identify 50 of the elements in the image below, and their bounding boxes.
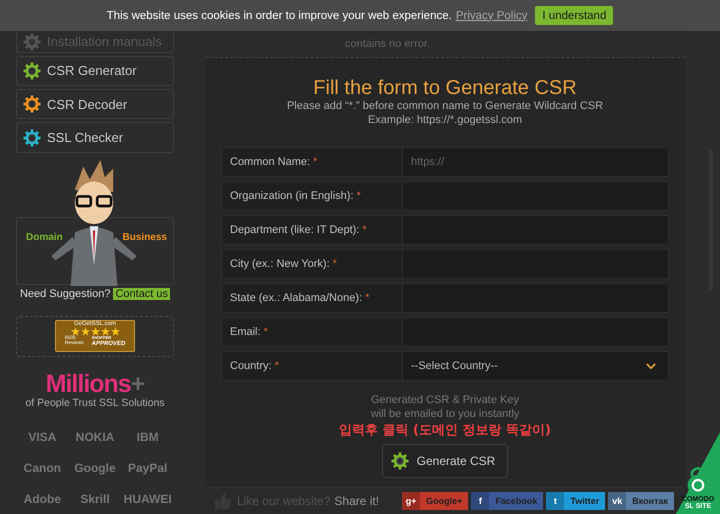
star-icon bbox=[80, 327, 90, 336]
cookie-message: This website uses cookies in order to improve your web experience. bbox=[106, 10, 452, 22]
sidebar-item[interactable]: CSR Generator bbox=[16, 56, 174, 86]
share-button[interactable]: vk Вконтак bbox=[608, 492, 674, 510]
brand-logo: Skrill bbox=[79, 490, 111, 508]
brand-logo: Canon bbox=[22, 460, 62, 477]
gear-icon bbox=[390, 452, 409, 470]
brand-logo: IBM bbox=[136, 428, 160, 446]
chevron-icon bbox=[646, 362, 656, 370]
brand-logo: NOKIA bbox=[74, 428, 116, 446]
privacy-policy-link[interactable]: Privacy Policy bbox=[456, 10, 528, 22]
brand-logo: PayPal bbox=[126, 460, 168, 477]
field-label: Email: * bbox=[221, 317, 403, 347]
field-label: State (ex.: Alabama/None): * bbox=[221, 283, 403, 313]
share-link[interactable]: Share it! bbox=[334, 494, 380, 508]
example-text: Example: https://*.gogetssl.com bbox=[368, 113, 522, 127]
intro-text: contains no error. bbox=[345, 38, 430, 50]
annotation-text: 입력후 클릭 (도메인 정보랑 똑같이) bbox=[339, 422, 551, 440]
share-button[interactable]: f Facebook bbox=[471, 492, 544, 510]
sidebar-item[interactable]: SSL Checker bbox=[16, 122, 174, 153]
gear-icon bbox=[23, 32, 41, 51]
brand-logo: VISA bbox=[27, 428, 58, 446]
sidebar-item[interactable]: CSR Decoder bbox=[16, 88, 174, 120]
field-label: Country: * bbox=[221, 351, 403, 381]
form-title: Fill the form to Generate CSR bbox=[313, 77, 577, 99]
field-label: Organization (in English): * bbox=[221, 181, 403, 211]
brand-logo: Adobe bbox=[22, 490, 62, 508]
star-icon bbox=[70, 327, 80, 336]
country-dropdown[interactable]: --Select Country-- bbox=[403, 351, 669, 381]
field-label: City (ex.: New York): * bbox=[221, 249, 403, 279]
star-icon bbox=[110, 327, 120, 336]
star-icon bbox=[100, 327, 110, 336]
tagline: of People Trust SSL Solutions bbox=[24, 397, 166, 410]
note-text: Generated CSR & Private Key will be emailed to you instantly bbox=[370, 393, 520, 421]
millions-headline: Millions+ bbox=[46, 371, 144, 398]
business-label: Business bbox=[122, 232, 167, 243]
domain-label: Domain bbox=[26, 232, 63, 243]
brand-logo: Google bbox=[73, 460, 117, 477]
star-icon bbox=[90, 327, 100, 336]
share-button[interactable]: g+ Google+ bbox=[402, 492, 468, 510]
field-label: Common Name: * bbox=[221, 147, 403, 177]
share-button[interactable]: t Twitter bbox=[546, 492, 606, 510]
generate-csr-button[interactable]: Generate CSR bbox=[382, 444, 508, 478]
contact-link[interactable]: Contact us bbox=[113, 288, 170, 300]
input-field[interactable]: https:// bbox=[403, 147, 669, 177]
brand-logo: HUAWEI bbox=[122, 490, 173, 508]
hint-text: Please add “*.” before common name to Generate Wildcard CSR bbox=[286, 99, 604, 113]
suggestion-text: Need Suggestion? bbox=[20, 288, 110, 300]
field-label: Department (like: IT Dept): * bbox=[221, 215, 403, 245]
accept-button[interactable]: I understand bbox=[535, 6, 614, 25]
